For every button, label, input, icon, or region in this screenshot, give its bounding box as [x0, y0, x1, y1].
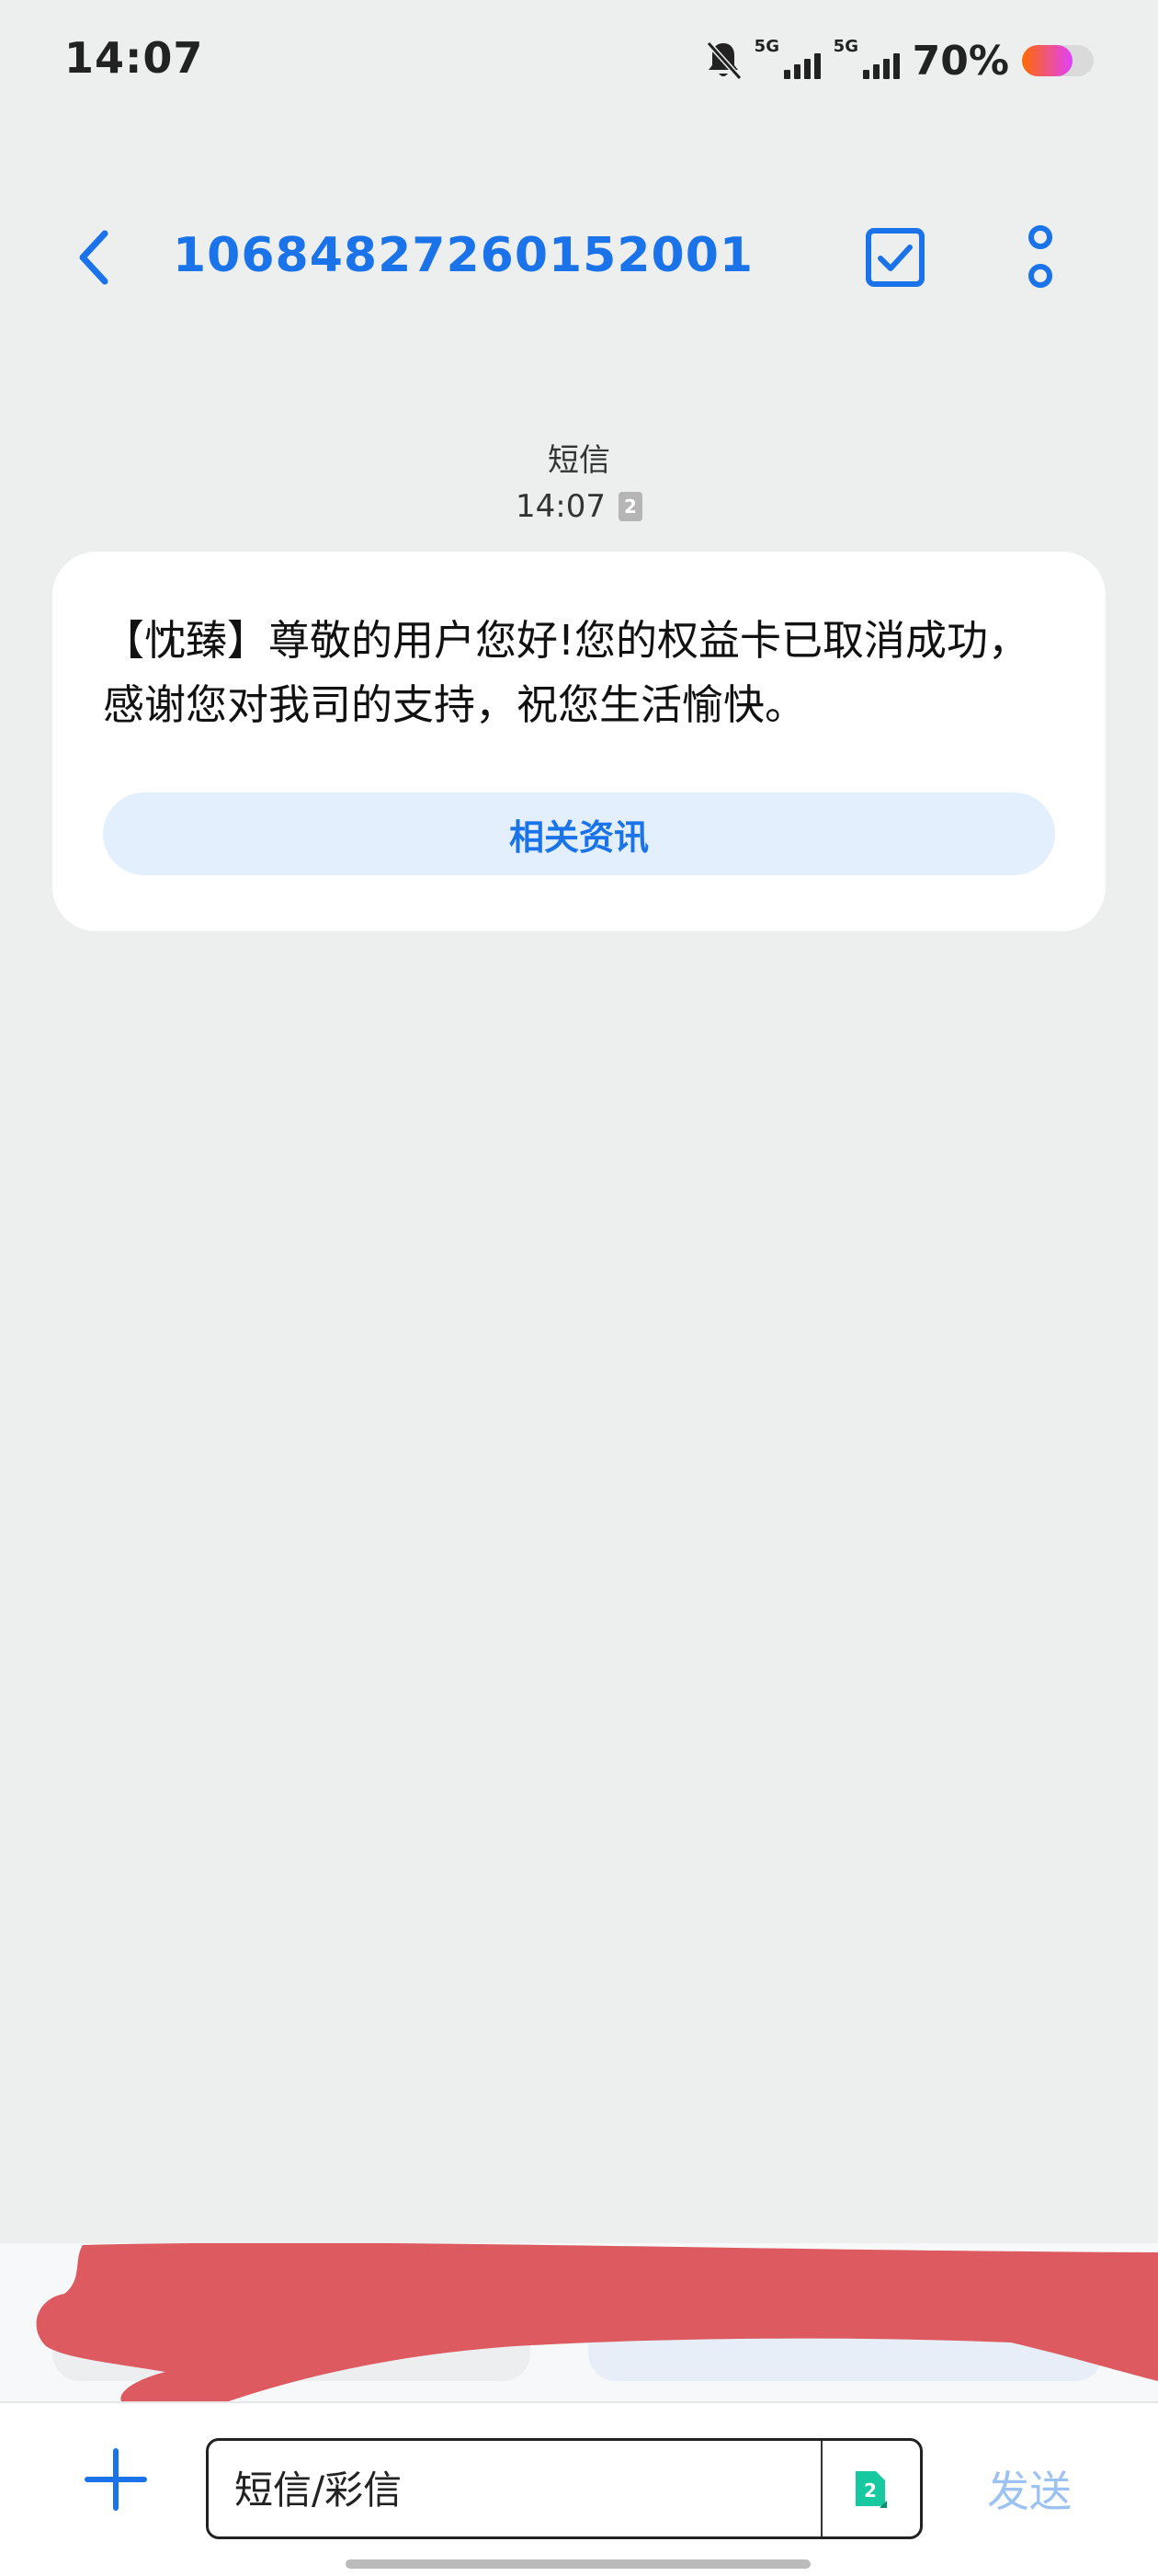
quick-reply-chip[interactable] — [588, 2289, 1103, 2381]
message-type-label: 短信 — [548, 442, 610, 479]
bell-muted-icon — [706, 40, 742, 81]
add-attachment-button[interactable] — [79, 2438, 153, 2521]
compose-divider — [821, 2441, 823, 2536]
chevron-left-icon — [79, 230, 108, 285]
sim-switch-button[interactable]: 2 — [843, 2461, 898, 2516]
select-messages-button[interactable] — [858, 221, 932, 294]
signal-icon: 5G — [833, 37, 900, 83]
quick-reply-chip[interactable] — [52, 2289, 530, 2381]
message-bubble[interactable]: 【忱臻】尊敬的用户您好!您的权益卡已取消成功，感谢您对我司的支持，祝您生活愉快。… — [52, 552, 1106, 931]
signal-icon: 5G — [754, 37, 821, 83]
home-indicator[interactable] — [346, 2559, 811, 2569]
message-time-row: 14:07 2 — [0, 484, 1158, 530]
message-time: 14:07 — [516, 488, 606, 525]
network-5g-label: 5G — [754, 37, 779, 56]
more-vertical-icon — [1028, 225, 1052, 288]
status-icons: 5G 5G 70% — [705, 35, 1094, 86]
network-5g-label: 5G — [833, 37, 858, 56]
sim-slot-label: 2 — [864, 2479, 877, 2502]
message-meta: 短信 14:07 2 — [0, 438, 1158, 530]
checkbox-icon — [866, 228, 925, 287]
signal-bars — [862, 53, 900, 79]
compose-bar: 2 发送 — [0, 2401, 1158, 2576]
back-button[interactable] — [66, 221, 121, 294]
conversation-title: 10684827260152001 — [173, 228, 755, 283]
related-news-button[interactable]: 相关资讯 — [103, 792, 1055, 875]
status-bar: 14:07 5G 5G 70% — [0, 0, 1158, 120]
message-input[interactable] — [233, 2441, 806, 2538]
signal-bars — [783, 53, 821, 79]
status-time: 14:07 — [64, 33, 204, 83]
plus-icon — [85, 2448, 147, 2511]
battery-icon — [1022, 45, 1094, 76]
quick-reply-area — [0, 2243, 1158, 2401]
conversation-header: 10684827260152001 — [0, 202, 1158, 313]
compose-box: 2 — [206, 2438, 923, 2539]
sim-card-icon: 2 — [618, 492, 642, 521]
battery-percent: 70% — [912, 37, 1009, 85]
more-options-button[interactable] — [1004, 215, 1077, 300]
sim-card-icon: 2 — [856, 2471, 887, 2508]
message-body: 【忱臻】尊敬的用户您好!您的权益卡已取消成功，感谢您对我司的支持，祝您生活愉快。 — [103, 616, 1030, 729]
send-button[interactable]: 发送 — [987, 2458, 1072, 2519]
battery-fill — [1022, 45, 1073, 76]
